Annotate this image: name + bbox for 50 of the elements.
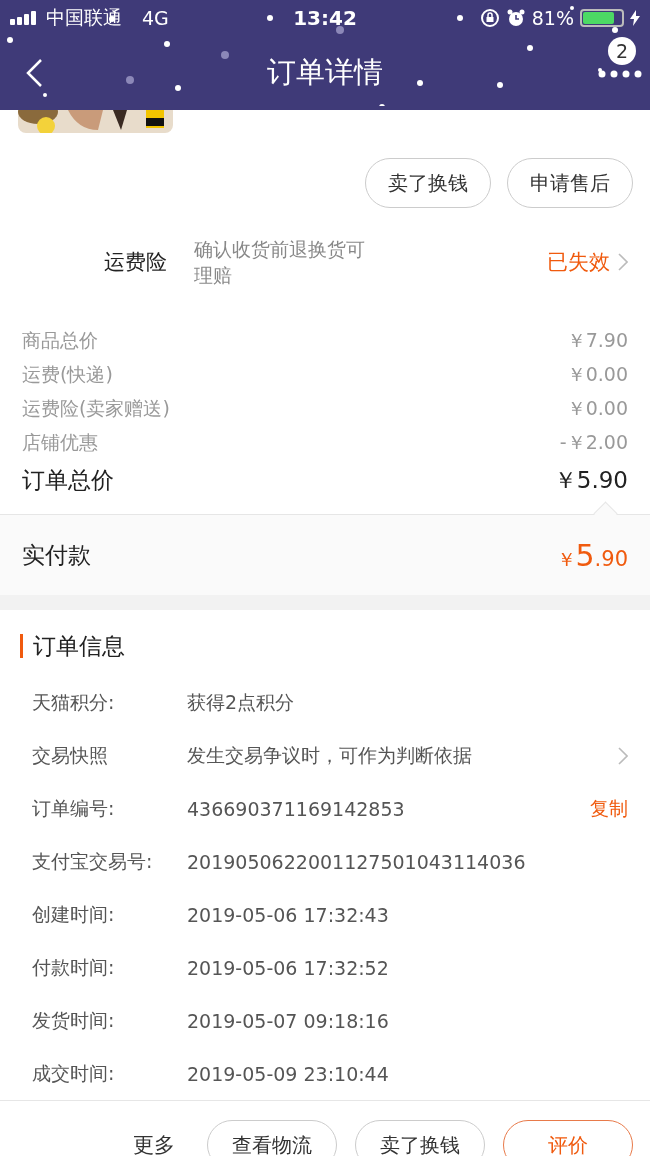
- info-value: 2019-05-06 17:32:52: [187, 956, 390, 979]
- info-label: 创建时间:: [32, 901, 116, 927]
- info-label: 支付宝交易号:: [32, 848, 154, 874]
- action-button[interactable]: 申请售后: [507, 158, 633, 208]
- info-label: 订单编号:: [32, 795, 116, 821]
- page-title: 订单详情: [267, 54, 383, 91]
- order-total-value: ￥5.90: [553, 465, 628, 495]
- paid-amount: ￥5.90: [556, 537, 628, 573]
- info-label: 付款时间:: [32, 954, 116, 980]
- section-title: 订单信息: [20, 634, 628, 658]
- info-value: 2019-05-06 17:32:43: [187, 903, 390, 926]
- info-label: 交易快照: [32, 742, 109, 768]
- network-text: 4G: [142, 7, 169, 29]
- paid-label: 实付款: [22, 540, 91, 570]
- charging-icon: [630, 10, 640, 26]
- insurance-description: 确认收货前退换货可理赔: [194, 237, 366, 288]
- info-label: 天猫积分:: [32, 689, 116, 715]
- back-icon[interactable]: [25, 58, 43, 88]
- action-button[interactable]: 卖了换钱: [355, 1120, 485, 1156]
- insurance-row[interactable]: 运费险 确认收货前退换货可理赔 已失效: [0, 208, 650, 294]
- rotation-lock-icon: [479, 8, 500, 28]
- info-value: 2019050622001127501043114036: [187, 850, 527, 873]
- info-value: 发生交易争议时，可作为判断依据: [187, 742, 473, 768]
- price-label: 运费险(卖家赠送): [22, 396, 170, 421]
- info-value: 2019-05-07 09:18:16: [187, 1009, 390, 1032]
- price-label: 店铺优惠: [22, 430, 98, 455]
- price-value: -￥2.00: [559, 430, 628, 455]
- insurance-label: 运费险: [104, 249, 168, 276]
- alarm-icon: [505, 8, 526, 28]
- more-icon[interactable]: [598, 69, 642, 79]
- order-total-label: 订单总价: [22, 465, 114, 495]
- info-value: 436690371169142853: [187, 797, 406, 820]
- price-value: ￥0.00: [566, 396, 628, 421]
- price-value: ￥7.90: [566, 328, 628, 353]
- chevron-right-icon: [618, 253, 628, 271]
- info-value: 2019-05-09 23:10:44: [187, 1062, 390, 1085]
- info-value: 获得2点积分: [187, 689, 296, 715]
- price-label: 运费(快递): [22, 362, 113, 387]
- info-label: 发货时间:: [32, 1007, 116, 1033]
- message-badge: 2: [608, 37, 636, 65]
- action-button[interactable]: 查看物流: [207, 1120, 337, 1156]
- battery-icon: [580, 9, 624, 27]
- insurance-status: 已失效: [547, 249, 610, 276]
- price-label: 商品总价: [22, 328, 98, 353]
- action-button[interactable]: 卖了换钱: [365, 158, 491, 208]
- more-link[interactable]: 更多: [133, 1131, 175, 1156]
- info-label: 成交时间:: [32, 1060, 116, 1086]
- price-value: ￥0.00: [566, 362, 628, 387]
- battery-percent-text: 81%: [531, 7, 574, 29]
- clock-text: 13:42: [293, 6, 357, 30]
